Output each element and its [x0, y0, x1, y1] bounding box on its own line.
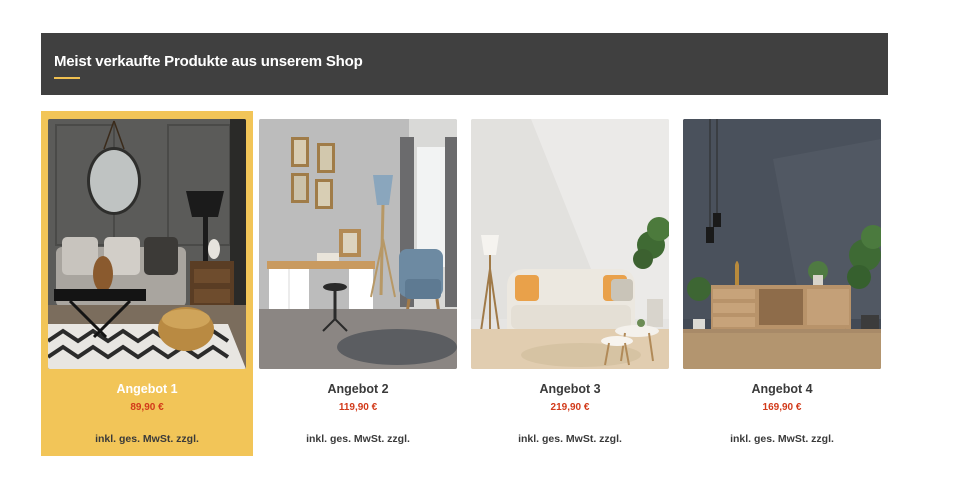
home-office-image: [259, 119, 457, 369]
product-name[interactable]: Angebot 1: [41, 382, 253, 396]
living-room-image: [48, 119, 246, 369]
product-image-4[interactable]: [683, 119, 881, 369]
product-tax-note: inkl. ges. MwSt. zzgl.: [518, 433, 622, 445]
product-tax-note: inkl. ges. MwSt. zzgl.: [95, 433, 199, 445]
sofa-room-image: [471, 119, 669, 369]
product-price: 219,90 €: [550, 402, 590, 413]
product-card-3[interactable]: Angebot 3 219,90 € inkl. ges. MwSt. zzgl…: [464, 111, 676, 456]
product-price: 169,90 €: [762, 402, 802, 413]
product-tax-note: inkl. ges. MwSt. zzgl.: [730, 433, 834, 445]
section-title: Meist verkaufte Produkte aus unserem Sho…: [54, 53, 363, 70]
product-name[interactable]: Angebot 4: [676, 382, 888, 396]
product-grid: Angebot 1 89,90 € inkl. ges. MwSt. zzgl.: [41, 111, 901, 456]
product-name[interactable]: Angebot 2: [252, 382, 464, 396]
product-image-1[interactable]: [48, 119, 246, 369]
product-card-1[interactable]: Angebot 1 89,90 € inkl. ges. MwSt. zzgl.: [41, 111, 253, 456]
product-card-2[interactable]: Angebot 2 119,90 € inkl. ges. MwSt. zzgl…: [252, 111, 464, 456]
sideboard-room-image: [683, 119, 881, 369]
product-image-3[interactable]: [471, 119, 669, 369]
title-underline: [54, 77, 80, 79]
product-card-4[interactable]: Angebot 4 169,90 € inkl. ges. MwSt. zzgl…: [676, 111, 888, 456]
section-header: Meist verkaufte Produkte aus unserem Sho…: [41, 33, 888, 95]
product-name[interactable]: Angebot 3: [464, 382, 676, 396]
product-price: 89,90 €: [130, 402, 164, 413]
product-tax-note: inkl. ges. MwSt. zzgl.: [306, 433, 410, 445]
product-price: 119,90 €: [338, 402, 378, 413]
product-image-2[interactable]: [259, 119, 457, 369]
